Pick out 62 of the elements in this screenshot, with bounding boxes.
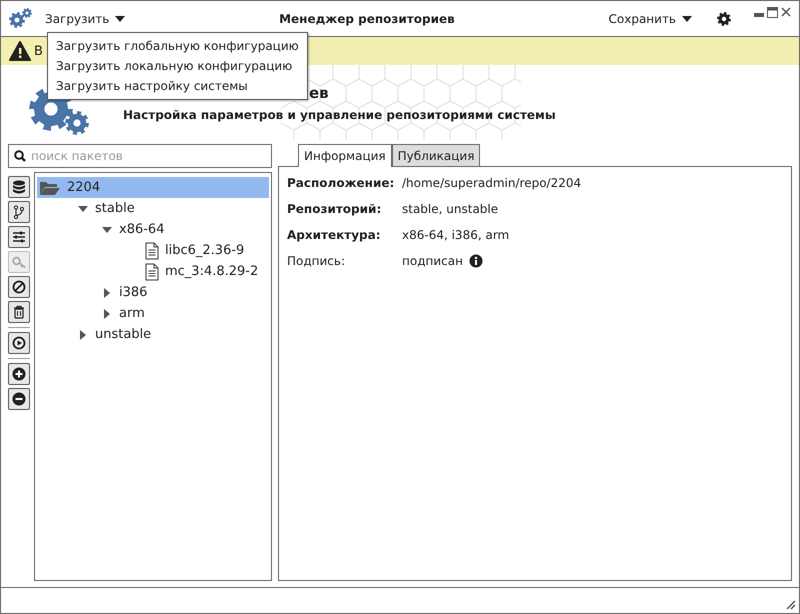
search-field[interactable]: поиск пакетов [8,144,272,168]
field-value: x86-64, i386, arm [402,228,510,242]
remove-button[interactable] [8,388,30,410]
caret-icon [682,16,692,22]
field-value: /home/superadmin/repo/2204 [402,176,582,190]
maximize-icon[interactable] [767,7,778,18]
tree-item[interactable]: mc_3:4.8.29-2 [37,261,269,282]
expanded-icon [102,224,112,234]
tree-item[interactable]: unstable [37,324,269,345]
tree-item[interactable]: arm [37,303,269,324]
add-button[interactable] [8,363,30,385]
sliders-icon [12,230,26,244]
field-label: Подпись: [287,254,346,268]
play-button[interactable] [8,332,30,354]
window-title: Менеджер репозиториев [278,12,456,26]
open-folder-icon [39,180,61,196]
menu-item[interactable]: Загрузить локальную конфигурацию [48,56,307,76]
tree-item[interactable]: i386 [37,282,269,303]
branch-icon [12,205,26,219]
load-menu-button[interactable]: Загрузить [41,10,130,28]
tree-item[interactable]: 2204 [37,177,269,198]
field-label: Расположение: [287,176,396,190]
remove-icon [12,392,26,406]
header-subtitle: Настройка параметров и управление репозиториями системы [123,108,556,122]
header-title: ев [309,84,330,102]
tab[interactable]: Информация [298,144,392,167]
sliders-button[interactable] [8,226,30,248]
tree-item[interactable]: x86-64 [37,219,269,240]
banner-text: В [34,44,43,58]
field-value: подписан [402,254,463,268]
database-icon [12,180,26,194]
trash-button[interactable] [8,301,30,323]
collapsed-icon [102,288,112,298]
key-icon [12,255,26,269]
collapsed-icon [78,330,88,340]
save-menu-button[interactable]: Сохранить [604,10,696,28]
field-label: Репозиторий: [287,202,382,216]
menu-item[interactable]: Загрузить настройку системы [48,76,307,96]
tree-item[interactable]: stable [37,198,269,219]
file-icon [145,242,159,260]
collapsed-icon [102,308,112,318]
ban-button[interactable] [8,276,30,298]
resize-grip-icon[interactable] [784,598,796,610]
menu-item[interactable]: Загрузить глобальную конфигурацию [48,36,307,56]
settings-icon[interactable] [716,10,732,26]
gears-icon [9,8,33,30]
caret-icon [115,16,126,22]
branch-button[interactable] [8,201,30,223]
warning-icon [9,41,31,61]
tree-item[interactable]: libc6_2.36-9 [37,240,269,261]
tab[interactable]: Публикация [392,144,480,166]
database-button[interactable] [8,176,30,198]
field-label: Архитектура: [287,228,382,242]
play-icon [12,336,26,350]
field-value: stable, unstable [402,202,498,216]
expanded-icon [78,204,88,214]
file-icon [145,262,159,280]
add-icon [12,367,26,381]
close-icon[interactable] [781,7,791,17]
search-icon [14,150,26,162]
ban-icon [12,280,26,294]
trash-icon [12,305,26,319]
